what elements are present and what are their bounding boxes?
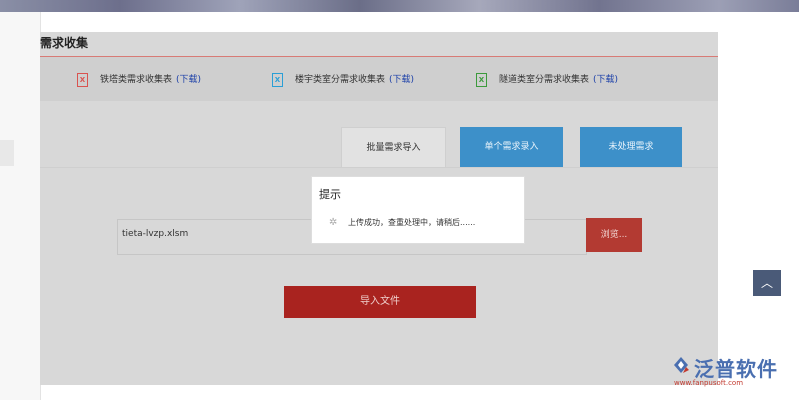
page-title: 需求收集	[40, 36, 89, 50]
dialog-message: 上传成功，查重处理中，请稍后......	[348, 218, 476, 227]
excel-file-icon: X	[77, 72, 88, 87]
dialog-title: 提示	[319, 188, 341, 201]
chevron-up-icon: ︿	[760, 276, 773, 290]
tab-single-entry[interactable]: 单个需求录入	[460, 127, 563, 167]
download-label: 隧道类室分需求收集表	[499, 75, 590, 85]
scroll-to-top-button[interactable]: ︿	[753, 270, 781, 296]
loading-spinner-icon: ✲	[329, 217, 338, 228]
download-link-tunnel[interactable]: (下载)	[593, 75, 618, 85]
brand-mark-icon	[674, 357, 689, 373]
download-item-tower: X 铁塔类需求收集表 (下载)	[77, 72, 201, 87]
excel-file-icon: X	[476, 72, 487, 87]
top-banner-strip	[0, 0, 799, 12]
download-item-building: X 楼宇类室分需求收集表 (下载)	[272, 72, 414, 87]
brand-logo: 泛普软件 www.fanpusoft.com	[670, 352, 795, 392]
alert-dialog: 提示 ✲ 上传成功，查重处理中，请稍后......	[311, 176, 525, 244]
download-link-building[interactable]: (下载)	[389, 75, 414, 85]
import-file-button[interactable]: 导入文件	[284, 286, 476, 318]
excel-file-icon: X	[272, 72, 283, 87]
download-label: 楼宇类室分需求收集表	[295, 75, 386, 85]
download-label: 铁塔类需求收集表	[100, 75, 173, 85]
sidebar-marker	[0, 140, 14, 166]
brand-url: www.fanpusoft.com	[674, 379, 744, 387]
brand-name: 泛普软件	[694, 357, 778, 381]
download-item-tunnel: X 隧道类室分需求收集表 (下载)	[476, 72, 618, 87]
download-link-tower[interactable]: (下载)	[176, 75, 201, 85]
browse-button[interactable]: 浏览...	[586, 218, 642, 252]
tab-unprocessed[interactable]: 未处理需求	[580, 127, 682, 167]
download-bar: X 铁塔类需求收集表 (下载) X 楼宇类室分需求收集表 (下载) X 隧道类室分需求收集…	[40, 57, 718, 101]
file-name-text: tieta-lvzp.xlsm	[122, 229, 189, 239]
tab-batch-import[interactable]: 批量需求导入	[341, 127, 446, 168]
left-sidebar	[0, 12, 41, 400]
